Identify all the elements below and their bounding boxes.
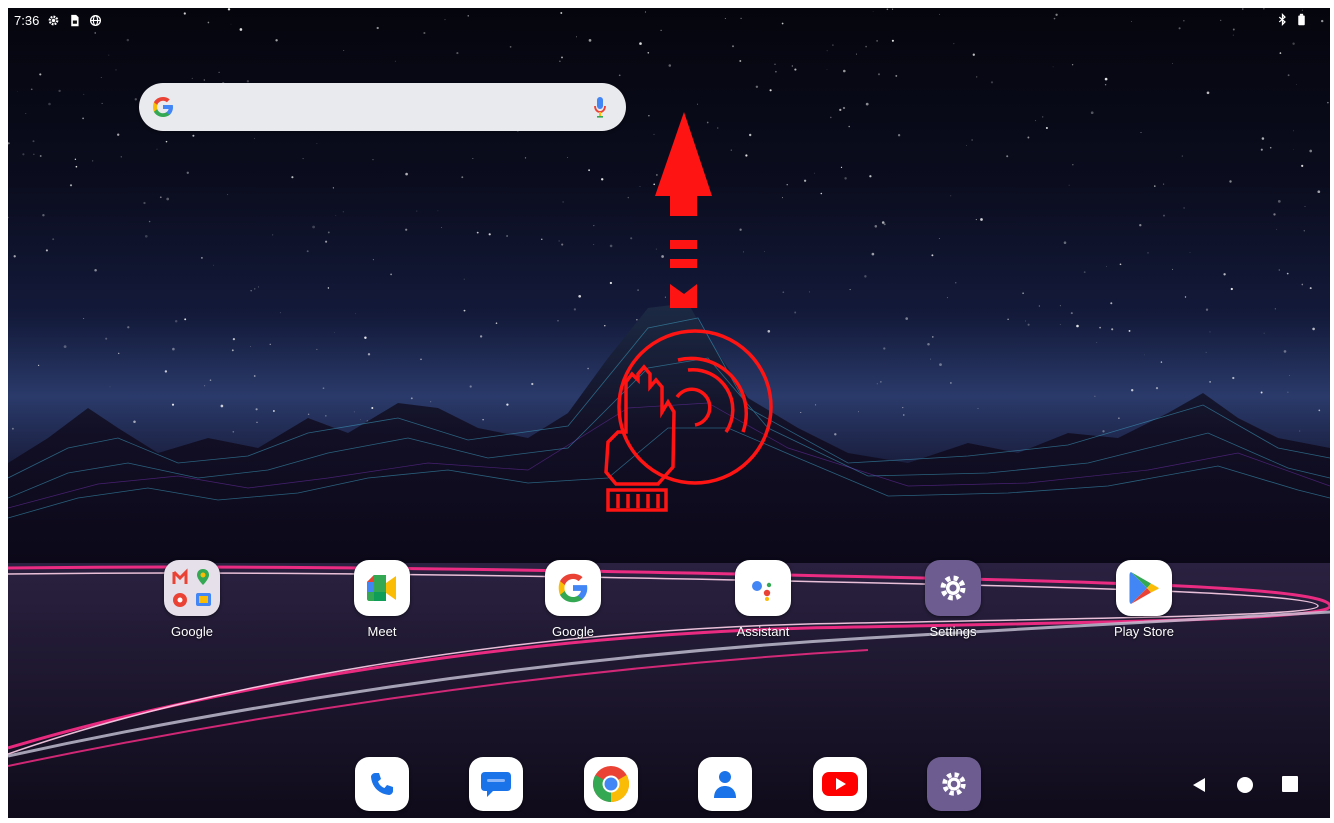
google-icon <box>545 560 601 616</box>
status-time: 7:36 <box>14 13 40 28</box>
back-icon[interactable] <box>1191 776 1207 794</box>
app-label: Assistant <box>736 624 790 639</box>
navigation-bar <box>1180 768 1330 808</box>
app-label: Google <box>552 624 594 639</box>
sim-card-icon <box>71 14 79 27</box>
app-play-store[interactable]: Play Store <box>1084 560 1204 639</box>
app-label: Google <box>171 624 213 639</box>
gear-icon <box>48 15 59 26</box>
contacts-icon <box>714 771 736 798</box>
google-folder-icon <box>164 560 220 616</box>
chrome-icon <box>592 766 630 802</box>
messages-icon <box>481 772 511 797</box>
settings-icon <box>925 560 981 616</box>
assistant-icon <box>735 560 791 616</box>
battery-icon <box>1298 13 1305 26</box>
globe-icon <box>90 14 102 27</box>
app-settings[interactable]: Settings <box>893 560 1013 639</box>
play-store-icon <box>1116 560 1172 616</box>
dock-settings[interactable] <box>927 757 981 811</box>
status-bar: 7:36 <box>8 8 1330 34</box>
meet-icon <box>354 560 410 616</box>
dock-youtube[interactable] <box>813 757 867 811</box>
swipe-up-arrow-icon <box>655 112 712 308</box>
app-label: Settings <box>929 624 977 639</box>
app-google-folder[interactable]: Google <box>132 560 252 639</box>
dock-phone[interactable] <box>355 757 409 811</box>
app-google[interactable]: Google <box>513 560 633 639</box>
home-screen: 7:36 Google Meet Google Assistant Settin… <box>8 8 1330 818</box>
app-label: Play Store <box>1114 624 1174 639</box>
app-label: Meet <box>367 624 397 639</box>
settings-icon <box>942 772 966 796</box>
hand-swipe-icon <box>604 329 773 512</box>
recents-icon[interactable] <box>1282 776 1298 792</box>
bluetooth-icon <box>1278 13 1286 26</box>
google-search-bar[interactable] <box>139 83 626 131</box>
phone-icon <box>371 773 393 795</box>
dock-contacts[interactable] <box>698 757 752 811</box>
home-icon[interactable] <box>1236 776 1254 794</box>
google-g-icon <box>153 97 173 117</box>
app-meet[interactable]: Meet <box>322 560 442 639</box>
swipe-up-gesture-hint <box>604 112 773 512</box>
dock-messages[interactable] <box>469 757 523 811</box>
app-assistant[interactable]: Assistant <box>703 560 823 639</box>
dock-chrome[interactable] <box>584 757 638 811</box>
youtube-icon <box>822 772 858 796</box>
